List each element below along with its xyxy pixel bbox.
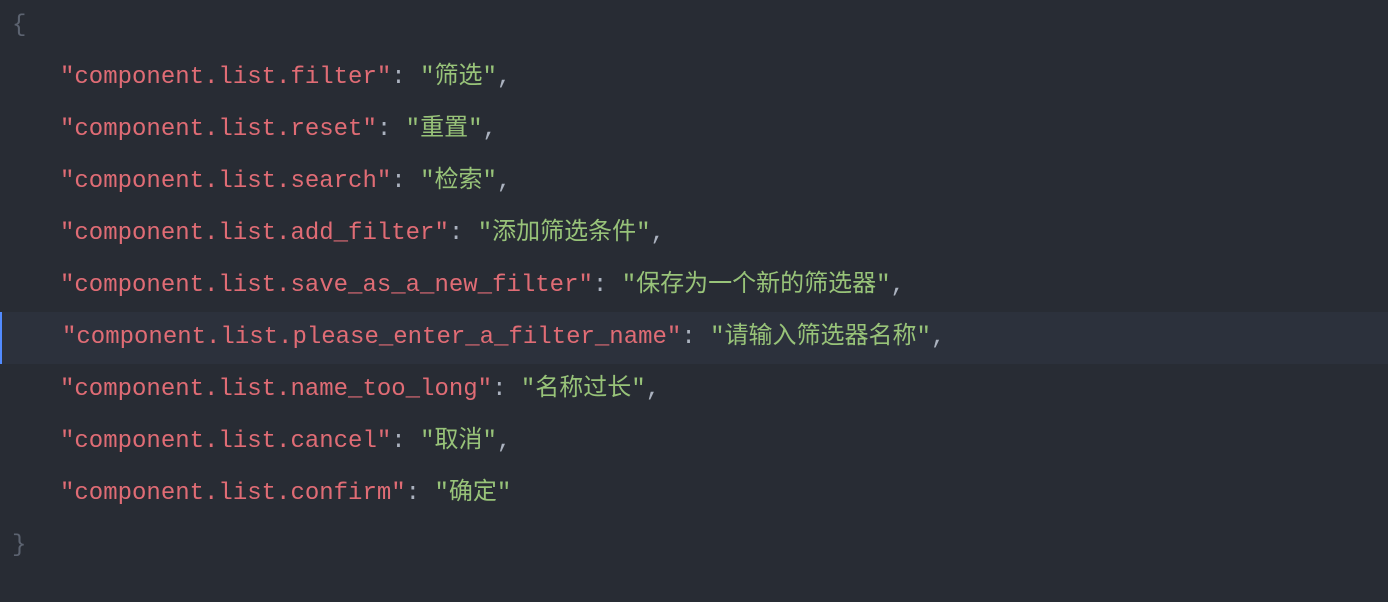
close-brace: } bbox=[12, 532, 26, 559]
json-key: "component.list.filter" bbox=[60, 64, 391, 91]
colon: : bbox=[377, 116, 406, 143]
json-key: "component.list.please_enter_a_filter_na… bbox=[62, 324, 681, 351]
code-line-highlighted[interactable]: "component.list.please_enter_a_filter_na… bbox=[0, 312, 1388, 364]
code-line[interactable]: "component.list.reset": "重置", bbox=[12, 104, 1388, 156]
comma: , bbox=[651, 220, 665, 247]
json-key: "component.list.confirm" bbox=[60, 480, 406, 507]
json-value: "重置" bbox=[406, 116, 483, 143]
comma: , bbox=[931, 324, 945, 351]
colon: : bbox=[593, 272, 622, 299]
code-editor[interactable]: { "component.list.filter": "筛选", "compon… bbox=[0, 0, 1388, 572]
code-line[interactable]: "component.list.confirm": "确定" bbox=[12, 468, 1388, 520]
comma: , bbox=[646, 376, 660, 403]
json-value: "保存为一个新的筛选器" bbox=[622, 272, 891, 299]
json-value: "确定" bbox=[434, 480, 511, 507]
json-value: "检索" bbox=[420, 168, 497, 195]
open-brace: { bbox=[12, 12, 26, 39]
json-key: "component.list.add_filter" bbox=[60, 220, 449, 247]
colon: : bbox=[391, 428, 420, 455]
comma: , bbox=[497, 64, 511, 91]
code-line-open-brace[interactable]: { bbox=[12, 0, 1388, 52]
code-line-close-brace[interactable]: } bbox=[12, 520, 1388, 572]
json-key: "component.list.search" bbox=[60, 168, 391, 195]
code-line[interactable]: "component.list.name_too_long": "名称过长", bbox=[12, 364, 1388, 416]
comma: , bbox=[497, 168, 511, 195]
comma: , bbox=[891, 272, 905, 299]
code-line[interactable]: "component.list.filter": "筛选", bbox=[12, 52, 1388, 104]
code-line[interactable]: "component.list.save_as_a_new_filter": "… bbox=[12, 260, 1388, 312]
json-value: "添加筛选条件" bbox=[478, 220, 651, 247]
json-key: "component.list.reset" bbox=[60, 116, 377, 143]
json-value: "取消" bbox=[420, 428, 497, 455]
colon: : bbox=[391, 64, 420, 91]
code-line[interactable]: "component.list.search": "检索", bbox=[12, 156, 1388, 208]
colon: : bbox=[406, 480, 435, 507]
code-line[interactable]: "component.list.add_filter": "添加筛选条件", bbox=[12, 208, 1388, 260]
json-key: "component.list.save_as_a_new_filter" bbox=[60, 272, 593, 299]
comma: , bbox=[482, 116, 496, 143]
colon: : bbox=[492, 376, 521, 403]
code-line[interactable]: "component.list.cancel": "取消", bbox=[12, 416, 1388, 468]
colon: : bbox=[391, 168, 420, 195]
json-value: "名称过长" bbox=[521, 376, 646, 403]
json-value: "请输入筛选器名称" bbox=[710, 324, 931, 351]
colon: : bbox=[449, 220, 478, 247]
json-key: "component.list.name_too_long" bbox=[60, 376, 492, 403]
json-value: "筛选" bbox=[420, 64, 497, 91]
colon: : bbox=[681, 324, 710, 351]
comma: , bbox=[497, 428, 511, 455]
json-key: "component.list.cancel" bbox=[60, 428, 391, 455]
